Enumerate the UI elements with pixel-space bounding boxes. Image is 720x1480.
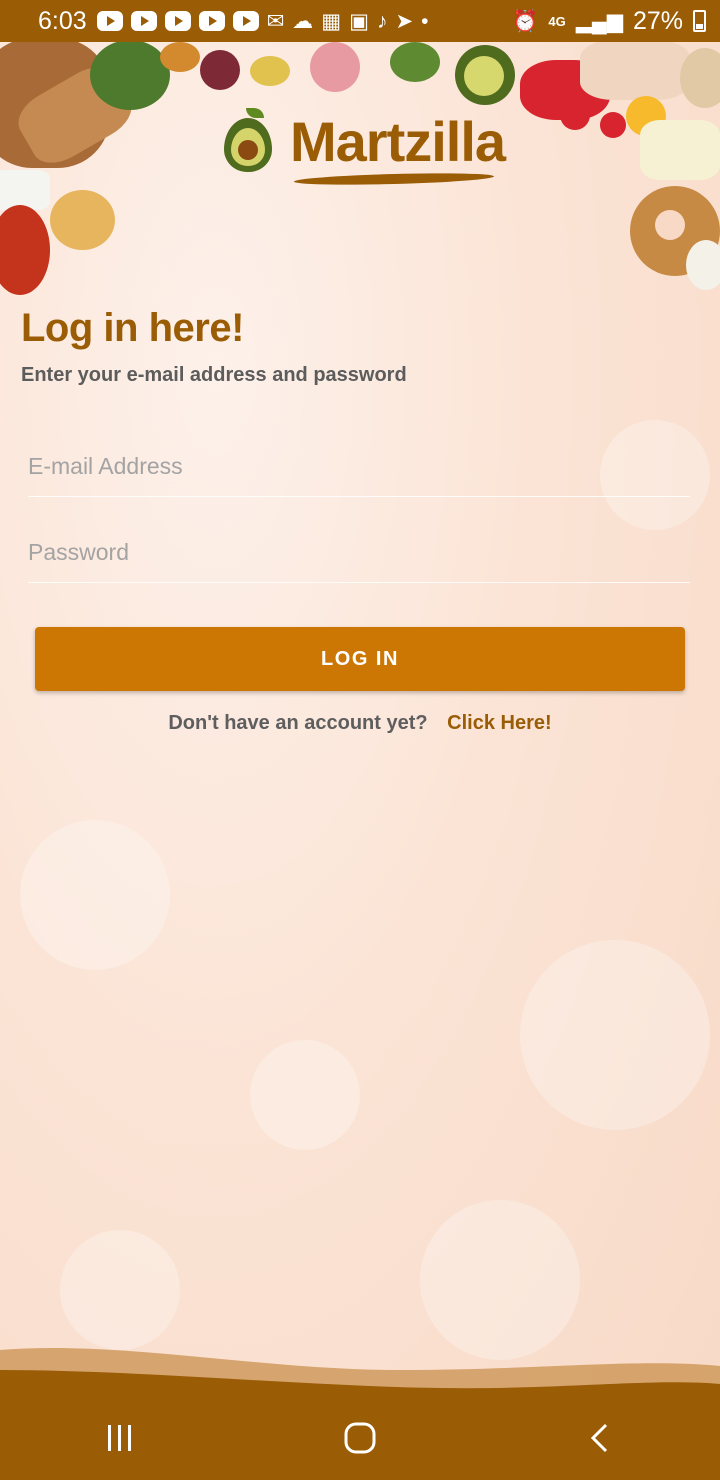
recent-apps-button[interactable]: [80, 1408, 160, 1468]
password-field: [28, 523, 690, 583]
signup-prompt: Don't have an account yet?: [168, 712, 428, 734]
login-button[interactable]: LOG IN: [35, 627, 685, 691]
telegram-icon: ➤: [395, 9, 414, 33]
notification-icons: ✉ ☁ ▦ ▣ ♪ ➤ •: [96, 9, 513, 33]
youtube-icon: [164, 11, 191, 31]
home-button[interactable]: [320, 1408, 400, 1468]
home-icon: [344, 1422, 376, 1453]
email-input[interactable]: [28, 437, 690, 496]
back-button[interactable]: [560, 1408, 640, 1468]
back-icon: [590, 1423, 608, 1452]
signup-row: Don't have an account yet? Click Here!: [0, 712, 720, 735]
system-status: ⏰ 4G ▂▄▆ 27%: [512, 7, 706, 36]
battery-icon: [693, 10, 706, 32]
network-type: 4G: [548, 13, 566, 29]
email-field: [28, 437, 690, 497]
mail-icon: ✉: [266, 9, 285, 33]
status-bar: 6:03 ✉ ☁ ▦ ▣ ♪ ➤ • ⏰ 4G ▂▄▆ 27%: [0, 0, 720, 42]
alarm-icon: ⏰: [512, 9, 539, 33]
youtube-icon: [198, 11, 225, 31]
password-input[interactable]: [28, 523, 690, 582]
signup-link[interactable]: Click Here!: [447, 712, 552, 734]
app-icon: ▦: [321, 9, 342, 33]
decor-bokeh: [250, 1040, 360, 1150]
system-nav-bar: [0, 1395, 720, 1480]
brand-underline: [293, 171, 495, 187]
status-time: 6:03: [38, 6, 87, 35]
youtube-icon: [130, 11, 157, 31]
youtube-icon: [232, 11, 259, 31]
brand-name: Martzilla: [290, 109, 506, 173]
tiktok-icon: ♪: [376, 9, 388, 33]
decor-bokeh: [20, 820, 170, 970]
page-subtitle: Enter your e-mail address and password: [21, 364, 407, 386]
signal-icon: ▂▄▆: [575, 9, 623, 33]
more-notifications-icon: •: [421, 9, 429, 33]
app-logo: Martzilla: [220, 108, 506, 187]
recent-apps-icon: [108, 1424, 131, 1451]
avocado-icon: [220, 108, 276, 174]
cloud-icon: ☁: [292, 9, 314, 33]
page-title: Log in here!: [21, 306, 244, 350]
youtube-icon: [96, 11, 123, 31]
facebook-icon: ▣: [349, 9, 369, 33]
battery-percent: 27%: [632, 6, 683, 35]
decor-bokeh: [520, 940, 710, 1130]
